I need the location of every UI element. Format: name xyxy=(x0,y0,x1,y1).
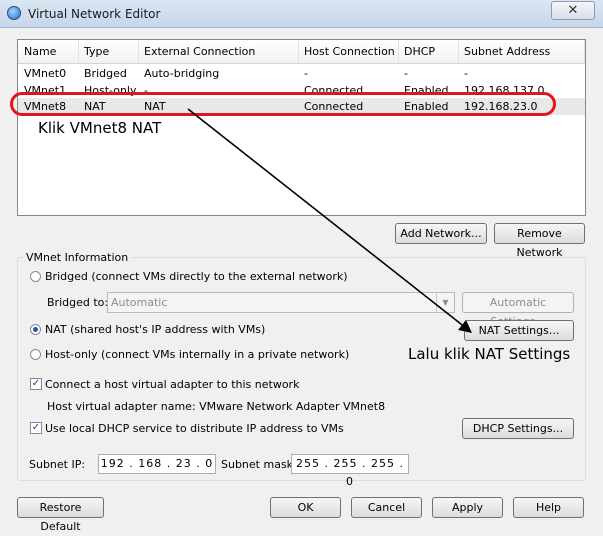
annotation-arrow xyxy=(187,108,472,333)
arrow-line xyxy=(187,108,467,329)
arrow-head xyxy=(458,320,472,333)
